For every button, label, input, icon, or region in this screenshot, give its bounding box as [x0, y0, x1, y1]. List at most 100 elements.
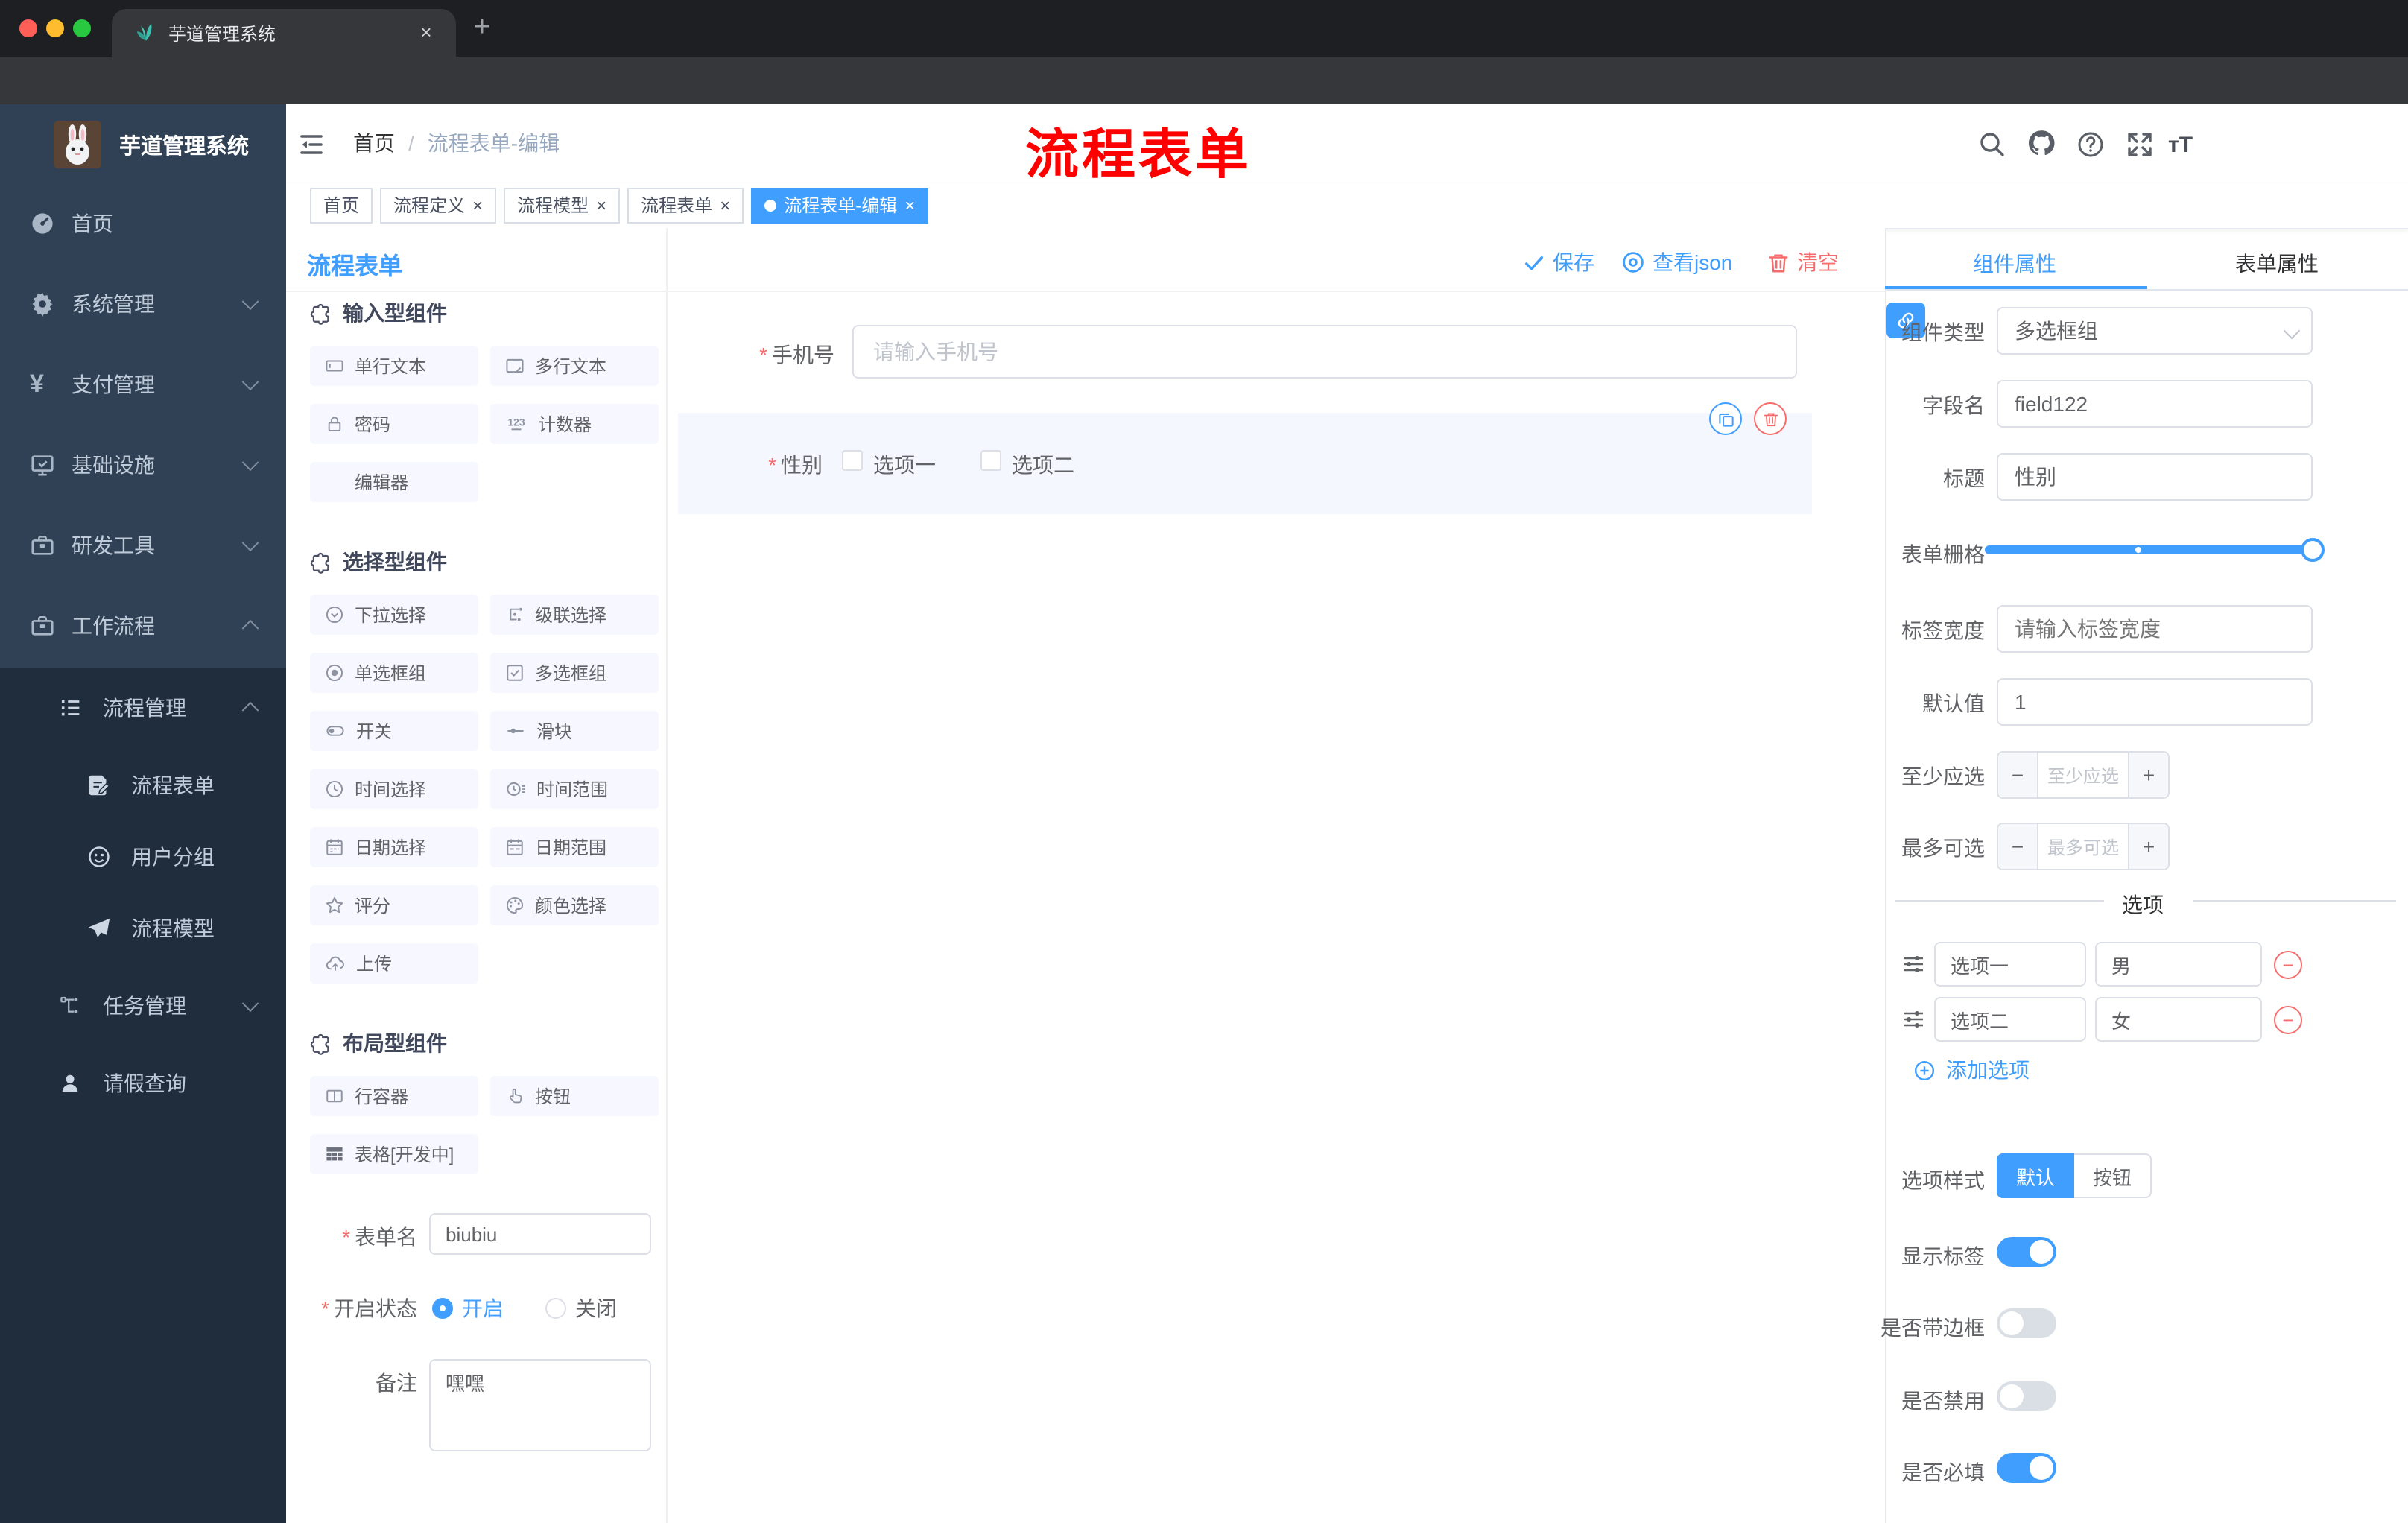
default-value-input[interactable] — [1997, 678, 2313, 726]
border-toggle[interactable] — [1997, 1308, 2056, 1338]
palette-item-upload[interactable]: 上传 — [310, 943, 478, 984]
tag-close-icon[interactable]: × — [596, 197, 606, 215]
disabled-toggle[interactable] — [1997, 1381, 2056, 1411]
palette-item-checkbox-group[interactable]: 多选框组 — [490, 653, 659, 693]
palette-item-button[interactable]: 按钮 — [490, 1076, 659, 1116]
palette-item-switch[interactable]: 开关 — [310, 711, 478, 751]
field-name-input[interactable] — [1997, 380, 2313, 428]
palette-item-time-range[interactable]: 时间范围 — [490, 769, 659, 809]
dashboard-icon — [32, 213, 53, 234]
browser-tab[interactable]: 芋道管理系统 × — [112, 9, 456, 57]
tab-form-props[interactable]: 表单属性 — [2235, 249, 2319, 279]
form-name-input[interactable] — [429, 1213, 651, 1255]
sidebar-collapse-icon[interactable] — [298, 131, 325, 158]
remove-option-button[interactable]: − — [2274, 951, 2302, 979]
clock-range-icon — [507, 782, 525, 797]
palette-item-radio-group[interactable]: 单选框组 — [310, 653, 478, 693]
sidebar-item-process-management[interactable]: 流程管理 — [0, 668, 286, 748]
option-1-value-input[interactable]: 男 — [2095, 942, 2262, 987]
sidebar-item-infrastructure[interactable]: 基础设施 — [0, 425, 286, 505]
title-input[interactable] — [1997, 453, 2313, 501]
palette-item-date-range[interactable]: 日期范围 — [490, 827, 659, 867]
palette-item-time-picker[interactable]: 时间选择 — [310, 769, 478, 809]
stepper-plus-button[interactable]: + — [2129, 824, 2168, 869]
tag-close-icon[interactable]: × — [904, 197, 915, 215]
option-1-label-input[interactable]: 选项一 — [1934, 942, 2086, 987]
sidebar-logo[interactable]: 芋道管理系统 — [54, 121, 249, 168]
sidebar-item-workflow[interactable]: 工作流程 — [0, 586, 286, 666]
palette-item-rate[interactable]: 评分 — [310, 885, 478, 925]
palette-item-cascader[interactable]: 级联选择 — [490, 595, 659, 635]
palette-item-dropdown[interactable]: 下拉选择 — [310, 595, 478, 635]
stepper-minus-button[interactable]: − — [1998, 824, 2037, 869]
stepper-minus-button[interactable]: − — [1998, 753, 2037, 797]
palette-item-row-container[interactable]: 行容器 — [310, 1076, 478, 1116]
traffic-light-zoom[interactable] — [73, 19, 91, 37]
tag-process-form[interactable]: 流程表单 × — [627, 188, 744, 224]
drag-handle-icon[interactable] — [1901, 952, 1925, 976]
tab-component-props[interactable]: 组件属性 — [1973, 249, 2056, 279]
grid-slider-track[interactable] — [1985, 545, 2313, 554]
sidebar-item-system[interactable]: 系统管理 — [0, 264, 286, 344]
tag-process-model[interactable]: 流程模型 × — [504, 188, 621, 224]
palette-item-single-text[interactable]: 单行文本 — [310, 346, 478, 386]
sidebar-item-payment[interactable]: ¥ 支付管理 — [0, 344, 286, 425]
sidebar-item-process-form[interactable]: 流程表单 — [0, 750, 286, 821]
min-select-placeholder[interactable]: 至少应选 — [2037, 753, 2129, 797]
traffic-light-close[interactable] — [19, 19, 37, 37]
grid-slider-handle[interactable] — [2301, 538, 2325, 562]
palette-item-counter[interactable]: 123 计数器 — [490, 404, 659, 444]
sidebar-item-task-management[interactable]: 任务管理 — [0, 966, 286, 1046]
tab-close-icon[interactable]: × — [414, 21, 438, 45]
gender-checkbox-1[interactable] — [842, 450, 863, 471]
option-2-value-input[interactable]: 女 — [2095, 997, 2262, 1042]
breadcrumb-home[interactable]: 首页 — [353, 128, 395, 158]
palette-item-editor[interactable]: 编辑器 — [310, 462, 478, 502]
view-json-button[interactable]: 查看json — [1621, 247, 1732, 277]
remove-option-button[interactable]: − — [2274, 1006, 2302, 1034]
search-icon[interactable] — [1977, 130, 2007, 159]
sidebar-item-leave-query[interactable]: 请假查询 — [0, 1043, 286, 1124]
github-icon[interactable] — [2027, 128, 2056, 158]
save-button[interactable]: 保存 — [1523, 247, 1594, 277]
gender-checkbox-2[interactable] — [980, 450, 1001, 471]
help-icon[interactable] — [2076, 130, 2106, 159]
palette-item-table[interactable]: 表格[开发中] — [310, 1134, 478, 1174]
sidebar-item-home[interactable]: 首页 — [0, 183, 286, 264]
tag-process-definition[interactable]: 流程定义 × — [380, 188, 497, 224]
clear-button[interactable]: 清空 — [1767, 247, 1839, 277]
form-remark-textarea[interactable]: 嘿嘿 — [429, 1359, 651, 1451]
tag-process-form-edit[interactable]: 流程表单-编辑 × — [751, 188, 929, 224]
required-label: 是否必填 — [1901, 1460, 1985, 1484]
option-style-default[interactable]: 默认 — [1997, 1153, 2074, 1198]
show-label-toggle[interactable] — [1997, 1237, 2056, 1267]
fullscreen-icon[interactable] — [2125, 130, 2155, 159]
component-type-select[interactable]: 多选框组 — [1997, 307, 2313, 355]
status-radio-on[interactable]: 开启 — [432, 1294, 504, 1323]
sidebar-item-dev-tools[interactable]: 研发工具 — [0, 505, 286, 586]
new-tab-button[interactable]: + — [474, 12, 490, 45]
delete-component-button[interactable] — [1754, 402, 1787, 435]
copy-component-button[interactable] — [1709, 402, 1742, 435]
palette-item-password[interactable]: 密码 — [310, 404, 478, 444]
palette-item-color-picker[interactable]: 颜色选择 — [490, 885, 659, 925]
drag-handle-icon[interactable] — [1901, 1007, 1925, 1031]
sidebar-item-user-group[interactable]: 用户分组 — [0, 821, 286, 893]
palette-item-date-picker[interactable]: 日期选择 — [310, 827, 478, 867]
tag-close-icon[interactable]: × — [720, 197, 730, 215]
tag-close-icon[interactable]: × — [472, 197, 483, 215]
status-radio-off[interactable]: 关闭 — [545, 1294, 617, 1323]
traffic-light-minimize[interactable] — [46, 19, 64, 37]
palette-item-slider[interactable]: 滑块 — [490, 711, 659, 751]
tag-home[interactable]: 首页 — [310, 188, 373, 224]
max-select-placeholder[interactable]: 最多可选 — [2037, 824, 2129, 869]
required-toggle[interactable] — [1997, 1453, 2056, 1483]
sidebar-item-process-model[interactable]: 流程模型 — [0, 893, 286, 964]
option-style-button[interactable]: 按钮 — [2074, 1153, 2152, 1198]
option-2-label-input[interactable]: 选项二 — [1934, 997, 2086, 1042]
label-width-input[interactable] — [1997, 605, 2313, 653]
stepper-plus-button[interactable]: + — [2129, 753, 2168, 797]
font-size-icon[interactable]: тT — [2168, 133, 2193, 158]
add-option-button[interactable]: 添加选项 — [1913, 1055, 2030, 1085]
phone-field-input[interactable]: 请输入手机号 — [852, 325, 1797, 379]
